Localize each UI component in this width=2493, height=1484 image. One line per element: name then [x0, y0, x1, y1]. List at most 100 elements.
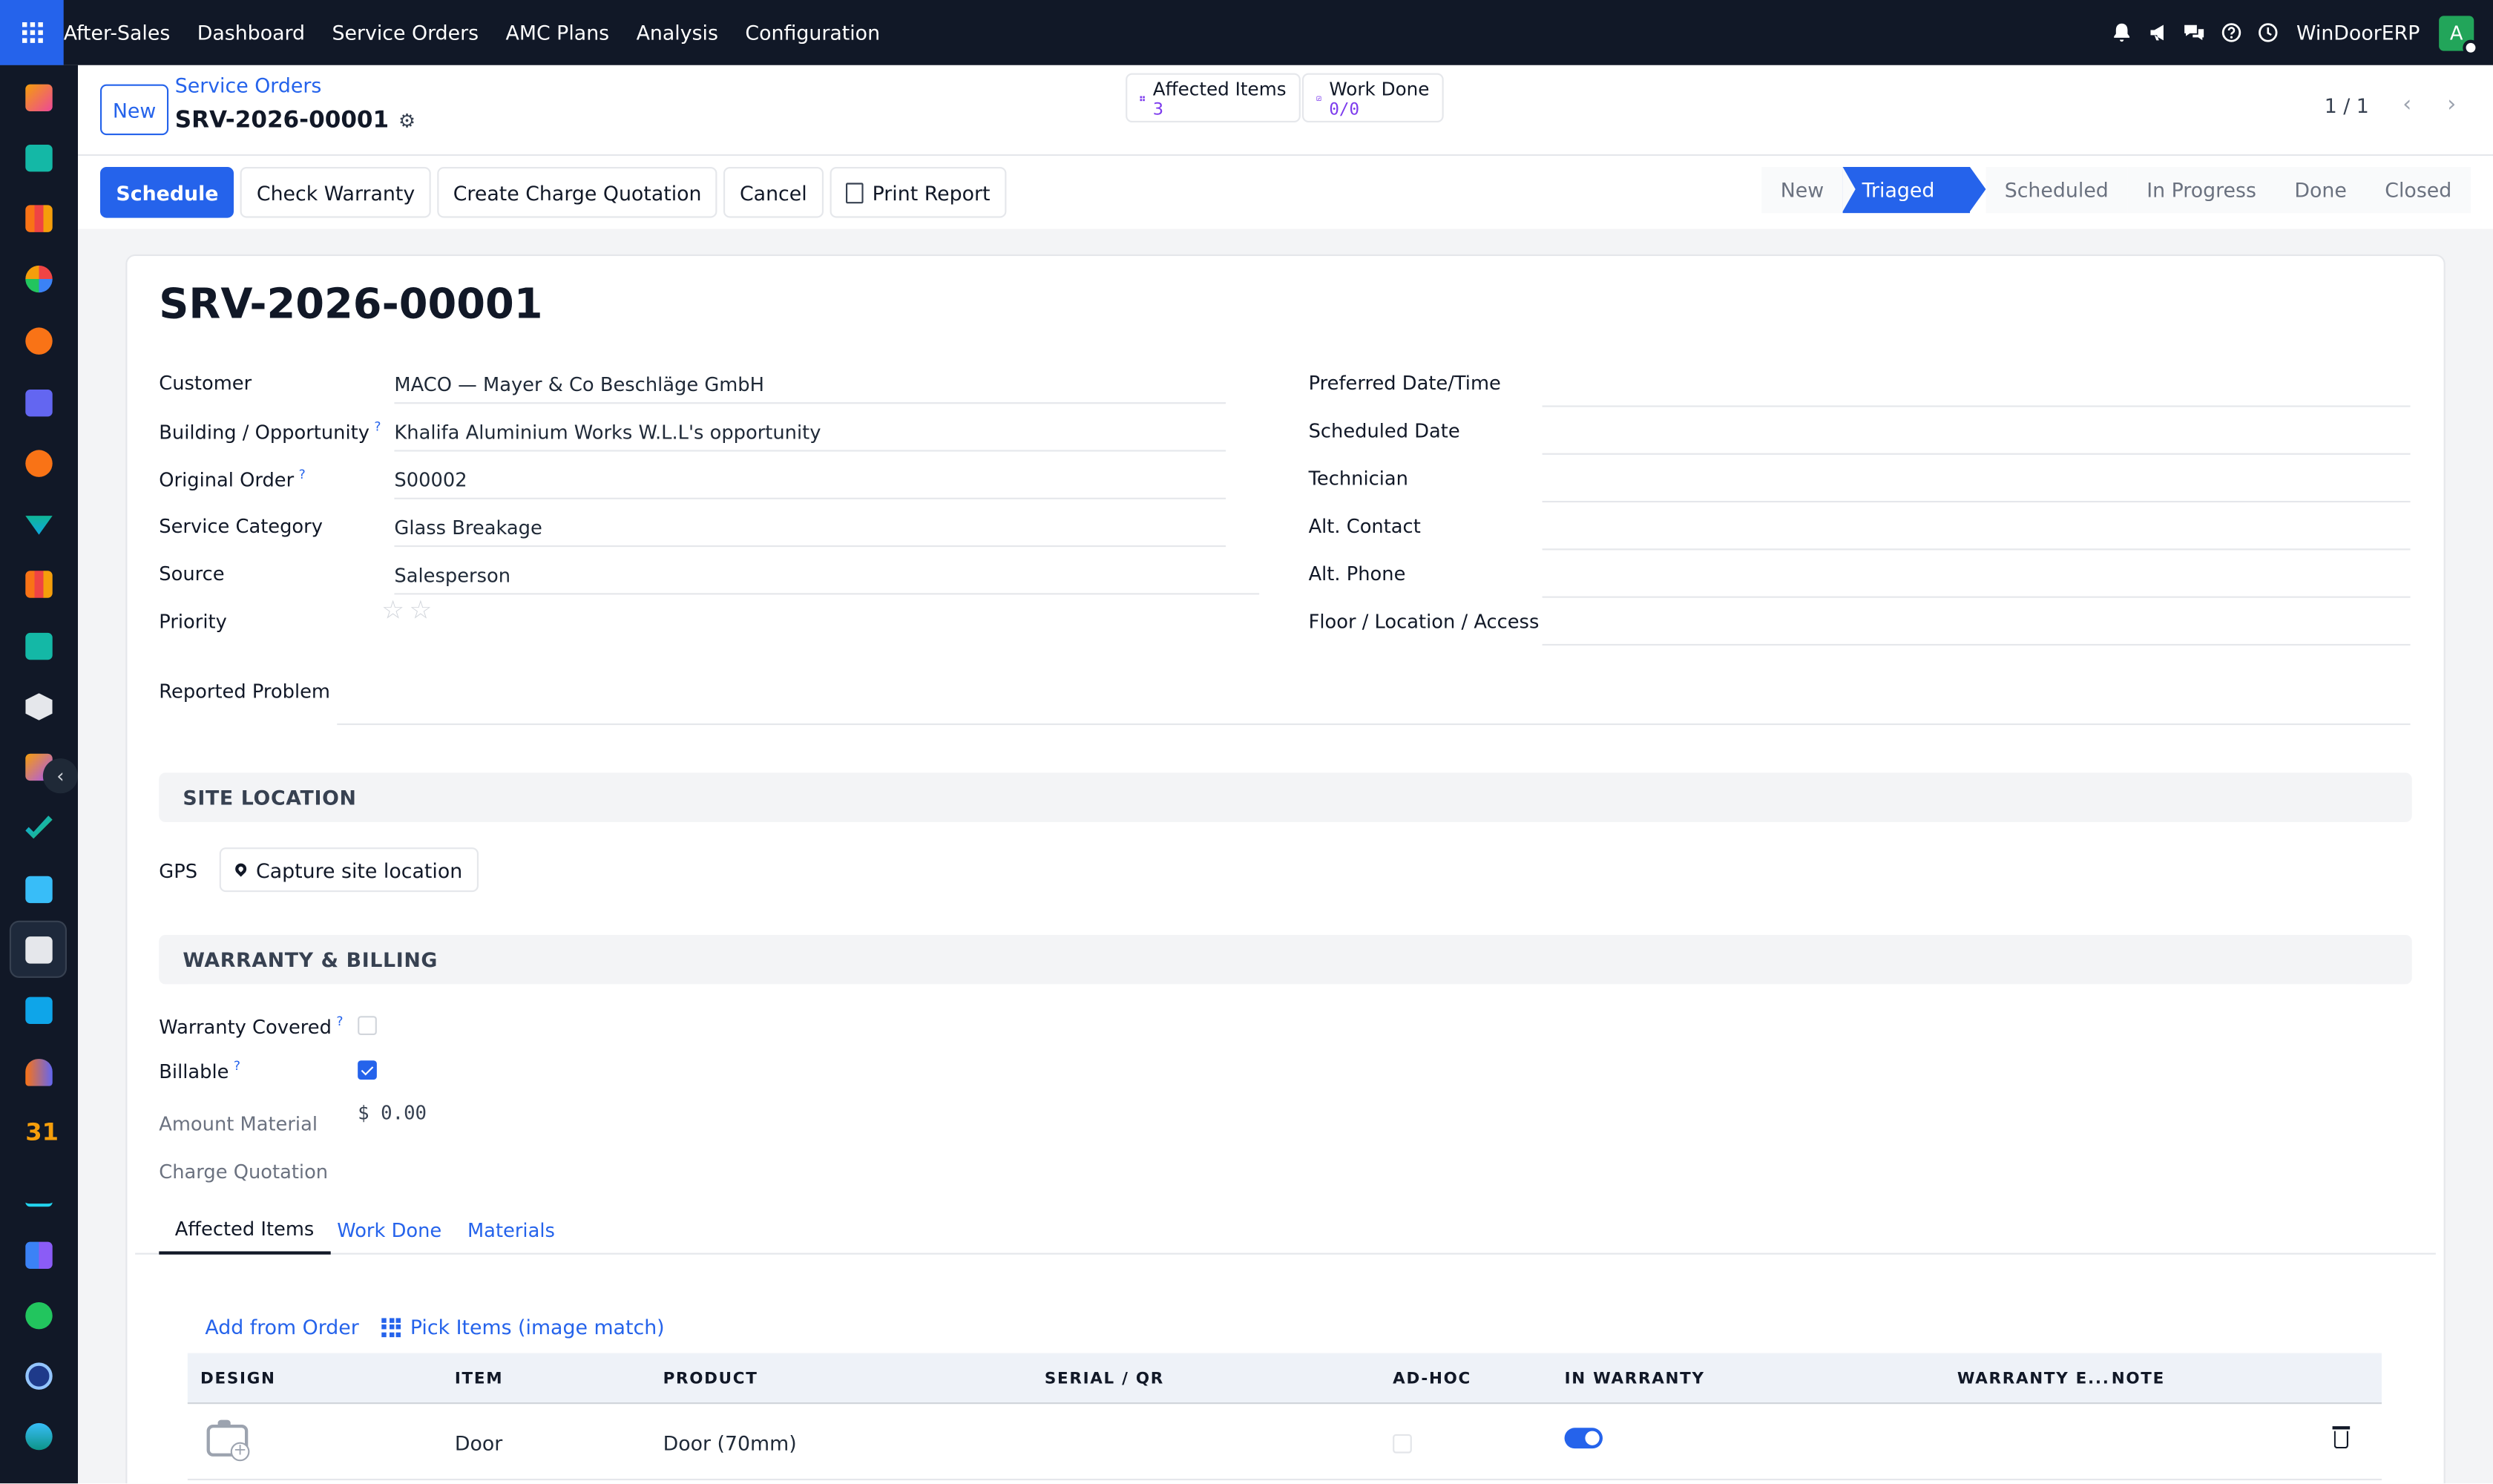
column-header-product[interactable]: PRODUCT: [663, 1353, 758, 1405]
app-planning-icon[interactable]: [25, 516, 53, 535]
breadcrumb-parent[interactable]: Service Orders: [175, 73, 322, 97]
technician-field[interactable]: [1542, 464, 2411, 503]
menu-app-name[interactable]: After-Sales: [64, 21, 171, 45]
app-dashboard-icon[interactable]: [25, 1241, 53, 1269]
company-name[interactable]: WinDoorERP: [2296, 21, 2420, 45]
app-invoicing-icon[interactable]: [25, 997, 53, 1024]
column-header-item[interactable]: ITEM: [455, 1353, 503, 1405]
app-aftersales-icon[interactable]: [9, 920, 68, 978]
tab-affected-items[interactable]: Affected Items: [159, 1206, 330, 1255]
row-item[interactable]: Door: [455, 1404, 502, 1480]
chevron-left-icon[interactable]: ‹: [2385, 82, 2429, 127]
app-inventory-icon[interactable]: [25, 693, 53, 720]
grid-icon: [1140, 96, 1146, 102]
original-order-field[interactable]: S00002: [394, 461, 1226, 499]
source-field[interactable]: Salesperson: [394, 556, 1260, 595]
check-warranty-button[interactable]: Check Warranty: [240, 167, 431, 218]
help-icon[interactable]: [2220, 22, 2242, 44]
chat-icon[interactable]: [2184, 22, 2206, 44]
app-chat-icon[interactable]: [25, 327, 53, 355]
column-header-note[interactable]: NOTE: [2112, 1353, 2165, 1405]
app-sign-icon[interactable]: [25, 1180, 53, 1207]
billable-checkbox[interactable]: [358, 1060, 377, 1080]
app-reporting-icon[interactable]: [25, 205, 53, 232]
add-from-order-link[interactable]: Add from Order: [205, 1315, 358, 1339]
preferred-date-field[interactable]: [1542, 369, 2411, 407]
stage-closed[interactable]: Closed: [2365, 167, 2471, 214]
app-crm-icon[interactable]: [25, 265, 53, 293]
app-employees-icon[interactable]: [25, 632, 53, 660]
app-sales-icon[interactable]: [25, 571, 53, 598]
row-adhoc-checkbox[interactable]: [1393, 1434, 1412, 1454]
bell-icon[interactable]: [2110, 22, 2132, 44]
trash-icon[interactable]: [2331, 1426, 2350, 1449]
star-icon[interactable]: ☆: [381, 597, 404, 623]
menu-analysis[interactable]: Analysis: [637, 21, 718, 45]
schedule-button[interactable]: Schedule: [100, 167, 234, 218]
stage-in-progress[interactable]: In Progress: [2127, 167, 2276, 214]
column-header-in-warranty[interactable]: IN WARRANTY: [1565, 1353, 1705, 1405]
megaphone-icon[interactable]: [2147, 22, 2170, 44]
menu-service-orders[interactable]: Service Orders: [332, 21, 479, 45]
building-opportunity-field[interactable]: Khalifa Aluminium Works W.L.L's opportun…: [394, 413, 1226, 452]
action-buttons: Schedule Check Warranty Create Charge Qu…: [100, 167, 1013, 218]
scheduled-date-field[interactable]: [1542, 416, 2411, 455]
app-livechat-icon[interactable]: [25, 450, 53, 477]
work-done-smart-button[interactable]: Work Done 0/0: [1302, 73, 1444, 122]
alt-contact-field[interactable]: [1542, 512, 2411, 551]
stage-done[interactable]: Done: [2275, 167, 2366, 214]
app-team-icon[interactable]: [25, 1059, 53, 1086]
menu-configuration[interactable]: Configuration: [745, 21, 880, 45]
help-tooltip-icon[interactable]: ?: [299, 467, 306, 482]
clock-icon[interactable]: [2256, 22, 2279, 44]
table-row[interactable]: + Door Door (70mm): [187, 1404, 2382, 1480]
app-contacts-icon[interactable]: [25, 145, 53, 172]
tab-work-done[interactable]: Work Done: [337, 1206, 441, 1254]
stage-triaged[interactable]: Triaged: [1842, 167, 1985, 214]
affected-items-smart-button[interactable]: Affected Items 3: [1126, 73, 1301, 122]
alt-phone-field[interactable]: [1542, 559, 2411, 598]
app-mail-icon[interactable]: [25, 390, 53, 417]
chevron-right-icon[interactable]: ›: [2429, 82, 2474, 127]
new-record-button[interactable]: New: [100, 84, 169, 136]
menu-amc-plans[interactable]: AMC Plans: [506, 21, 610, 45]
service-category-field[interactable]: Glass Breakage: [394, 509, 1226, 548]
app-whatsapp-icon[interactable]: [25, 1302, 53, 1330]
star-icon[interactable]: ☆: [409, 597, 432, 623]
app-timesheet-icon[interactable]: [25, 1362, 53, 1390]
cancel-button[interactable]: Cancel: [723, 167, 824, 218]
column-header-design[interactable]: DESIGN: [200, 1353, 276, 1405]
warranty-covered-checkbox[interactable]: [358, 1016, 377, 1035]
stage-scheduled[interactable]: Scheduled: [1985, 167, 2128, 214]
capture-site-location-button[interactable]: Capture site location: [219, 847, 479, 893]
help-tooltip-icon[interactable]: ?: [374, 420, 381, 434]
column-header-warranty-end[interactable]: WARRANTY E...: [1957, 1353, 2110, 1405]
app-knowledge-icon[interactable]: [25, 876, 53, 904]
record-title[interactable]: SRV-2026-00001: [159, 281, 542, 329]
work-done-count: 0/0: [1329, 100, 1360, 119]
row-product[interactable]: Door (70mm): [663, 1404, 797, 1480]
column-header-serial[interactable]: SERIAL / QR: [1045, 1353, 1164, 1405]
help-tooltip-icon[interactable]: ?: [234, 1059, 240, 1073]
print-report-button[interactable]: Print Report: [829, 167, 1006, 218]
create-charge-quotation-button[interactable]: Create Charge Quotation: [437, 167, 717, 218]
pick-items-link[interactable]: Pick Items (image match): [381, 1315, 665, 1339]
floor-location-field[interactable]: [1542, 608, 2411, 646]
row-in-warranty-toggle[interactable]: [1564, 1428, 1603, 1449]
column-header-adhoc[interactable]: AD-HOC: [1393, 1353, 1471, 1405]
app-discuss-icon[interactable]: [25, 84, 53, 111]
help-tooltip-icon[interactable]: ?: [336, 1014, 343, 1028]
app-website-icon[interactable]: [25, 1422, 53, 1451]
reported-problem-field[interactable]: [337, 687, 2411, 726]
tab-materials[interactable]: Materials: [467, 1206, 555, 1254]
stage-new[interactable]: New: [1761, 167, 1843, 214]
gear-icon[interactable]: ⚙: [398, 110, 416, 132]
app-project-icon[interactable]: [25, 815, 53, 839]
apps-menu-button[interactable]: [0, 0, 64, 65]
app-calendar-icon[interactable]: 31: [25, 1118, 59, 1146]
customer-field[interactable]: MACO — Mayer & Co Beschläge GmbH: [394, 366, 1226, 404]
pager-value[interactable]: 1 / 1: [2325, 93, 2369, 116]
collapse-rail-button[interactable]: ‹: [42, 758, 78, 794]
user-avatar[interactable]: A: [2439, 15, 2479, 55]
menu-dashboard[interactable]: Dashboard: [197, 21, 305, 45]
